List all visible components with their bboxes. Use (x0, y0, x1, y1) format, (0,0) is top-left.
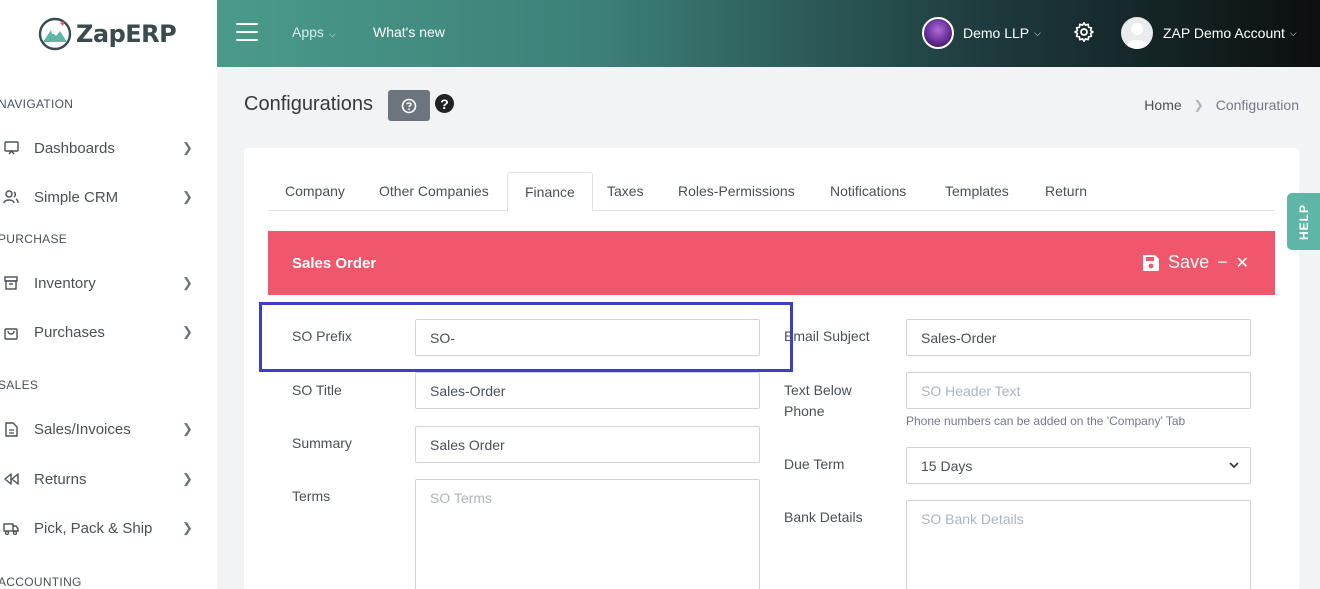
users-icon (3, 189, 19, 205)
tab-return[interactable]: Return (1028, 172, 1104, 211)
terms-textarea[interactable] (415, 479, 760, 589)
nav-section-sales: SALES (0, 378, 39, 392)
due-term-label: Due Term (784, 456, 845, 472)
help-icon[interactable]: ? (435, 94, 454, 113)
company-name: Demo LLP (963, 25, 1030, 41)
chevron-right-icon: ❯ (182, 189, 193, 204)
rewind-icon (3, 471, 19, 487)
panel-actions: Save − ✕ (1142, 252, 1249, 273)
chevron-down-icon: ⌵ (1289, 27, 1297, 38)
sidebar-item-label: Purchases (34, 323, 105, 341)
chevron-right-icon: ❯ (182, 324, 193, 339)
page-title: Configurations (244, 93, 373, 115)
tab-other-companies[interactable]: Other Companies (362, 172, 506, 211)
tab-notifications[interactable]: Notifications (813, 172, 923, 211)
breadcrumb: Home ❯ Configuration (1144, 97, 1299, 113)
summary-label: Summary (292, 435, 352, 451)
nav-section-purchase: PURCHASE (0, 232, 68, 246)
apps-label: Apps (292, 24, 324, 40)
avatar (1121, 17, 1153, 49)
logo[interactable]: ZapERP (0, 0, 217, 67)
text-below-phone-label: Text Below Phone (784, 380, 852, 422)
sales-order-panel-header: Sales Order Save − ✕ (268, 231, 1275, 295)
sidebar: ZapERP NAVIGATION Dashboards ❯ Simple CR… (0, 0, 217, 589)
sidebar-item-inventory[interactable]: Inventory ❯ (0, 263, 217, 303)
chevron-right-icon: ❯ (182, 471, 193, 486)
chevron-right-icon: ❯ (1193, 98, 1204, 112)
tab-taxes[interactable]: Taxes (590, 172, 661, 211)
breadcrumb-current: Configuration (1215, 97, 1299, 113)
company-avatar (922, 17, 954, 49)
bag-icon (3, 324, 19, 340)
chevron-down-icon (1229, 462, 1239, 469)
email-subject-input[interactable] (906, 319, 1251, 356)
sidebar-item-label: Simple CRM (34, 188, 119, 206)
box-icon (3, 275, 19, 291)
close-icon[interactable]: ✕ (1236, 253, 1249, 273)
sidebar-item-returns[interactable]: Returns ❯ (0, 459, 217, 499)
hamburger-menu-icon[interactable] (236, 23, 258, 41)
apps-menu[interactable]: Apps ⌵ (292, 24, 336, 40)
due-term-value: 15 Days (921, 457, 973, 474)
so-title-label: SO Title (292, 382, 342, 398)
label-line: Text Below (784, 382, 852, 398)
chevron-right-icon: ❯ (182, 421, 193, 436)
sidebar-item-label: Dashboards (34, 139, 115, 157)
gear-icon[interactable] (1073, 21, 1095, 43)
bank-details-label: Bank Details (784, 509, 863, 525)
tab-company[interactable]: Company (268, 172, 362, 211)
help-tab-label: HELP (1296, 203, 1311, 240)
question-circle-icon (401, 98, 417, 113)
email-subject-label: Email Subject (784, 328, 870, 344)
whats-new-link[interactable]: What's new (373, 24, 445, 40)
terms-label: Terms (292, 488, 331, 504)
chevron-down-icon: ⌵ (1034, 27, 1041, 38)
so-prefix-label: SO Prefix (292, 328, 352, 344)
nav-section-accounting: ACCOUNTING (0, 575, 82, 589)
help-video-button[interactable] (388, 90, 430, 121)
tab-templates[interactable]: Templates (928, 172, 1026, 211)
sidebar-item-dashboards[interactable]: Dashboards ❯ (0, 128, 217, 168)
breadcrumb-home[interactable]: Home (1144, 97, 1181, 113)
chevron-down-icon: ⌵ (328, 29, 336, 39)
company-switcher[interactable]: Demo LLP ⌵ (922, 17, 1041, 49)
sidebar-item-label: Returns (34, 470, 87, 488)
floppy-disk-icon (1143, 254, 1160, 271)
sidebar-item-label: Pick, Pack & Ship (34, 519, 153, 537)
truck-icon (3, 520, 19, 536)
text-below-phone-input[interactable] (906, 372, 1251, 409)
bank-details-textarea[interactable] (906, 500, 1251, 589)
monitor-icon (3, 140, 19, 156)
label-line: Phone (784, 403, 825, 419)
account-menu[interactable]: ZAP Demo Account ⌵ (1121, 17, 1297, 49)
sidebar-item-pick-pack-ship[interactable]: Pick, Pack & Ship ❯ (0, 508, 217, 548)
tab-finance[interactable]: Finance (507, 172, 593, 212)
panel-title: Sales Order (292, 255, 377, 272)
sidebar-item-simple-crm[interactable]: Simple CRM ❯ (0, 177, 217, 217)
sidebar-item-purchases[interactable]: Purchases ❯ (0, 312, 217, 352)
account-name: ZAP Demo Account (1163, 25, 1285, 41)
topbar: Apps ⌵ What's new Demo LLP ⌵ ZAP Demo Acc… (217, 0, 1320, 67)
due-term-select[interactable]: 15 Days (906, 447, 1251, 484)
config-tabs: Company Other Companies Finance Taxes Ro… (268, 172, 1275, 212)
summary-input[interactable] (415, 426, 760, 463)
save-label: Save (1168, 252, 1210, 272)
document-icon (3, 421, 19, 437)
so-title-input[interactable] (415, 372, 760, 409)
tab-roles-permissions[interactable]: Roles-Permissions (661, 172, 812, 211)
sidebar-item-label: Sales/Invoices (34, 420, 131, 438)
save-button[interactable]: Save (1142, 252, 1209, 273)
so-prefix-input[interactable] (415, 319, 760, 356)
logo-text: ZapERP (76, 19, 177, 48)
chevron-right-icon: ❯ (182, 520, 193, 535)
mountain-logo-icon (38, 17, 72, 50)
sidebar-item-sales-invoices[interactable]: Sales/Invoices ❯ (0, 409, 217, 449)
sidebar-item-label: Inventory (34, 274, 96, 292)
phone-help-text: Phone numbers can be added on the 'Compa… (906, 414, 1186, 428)
nav-section-navigation: NAVIGATION (0, 97, 74, 111)
chevron-right-icon: ❯ (182, 275, 193, 290)
minimize-icon[interactable]: − (1217, 252, 1228, 273)
help-side-tab[interactable]: HELP (1287, 193, 1320, 250)
chevron-right-icon: ❯ (182, 140, 193, 155)
